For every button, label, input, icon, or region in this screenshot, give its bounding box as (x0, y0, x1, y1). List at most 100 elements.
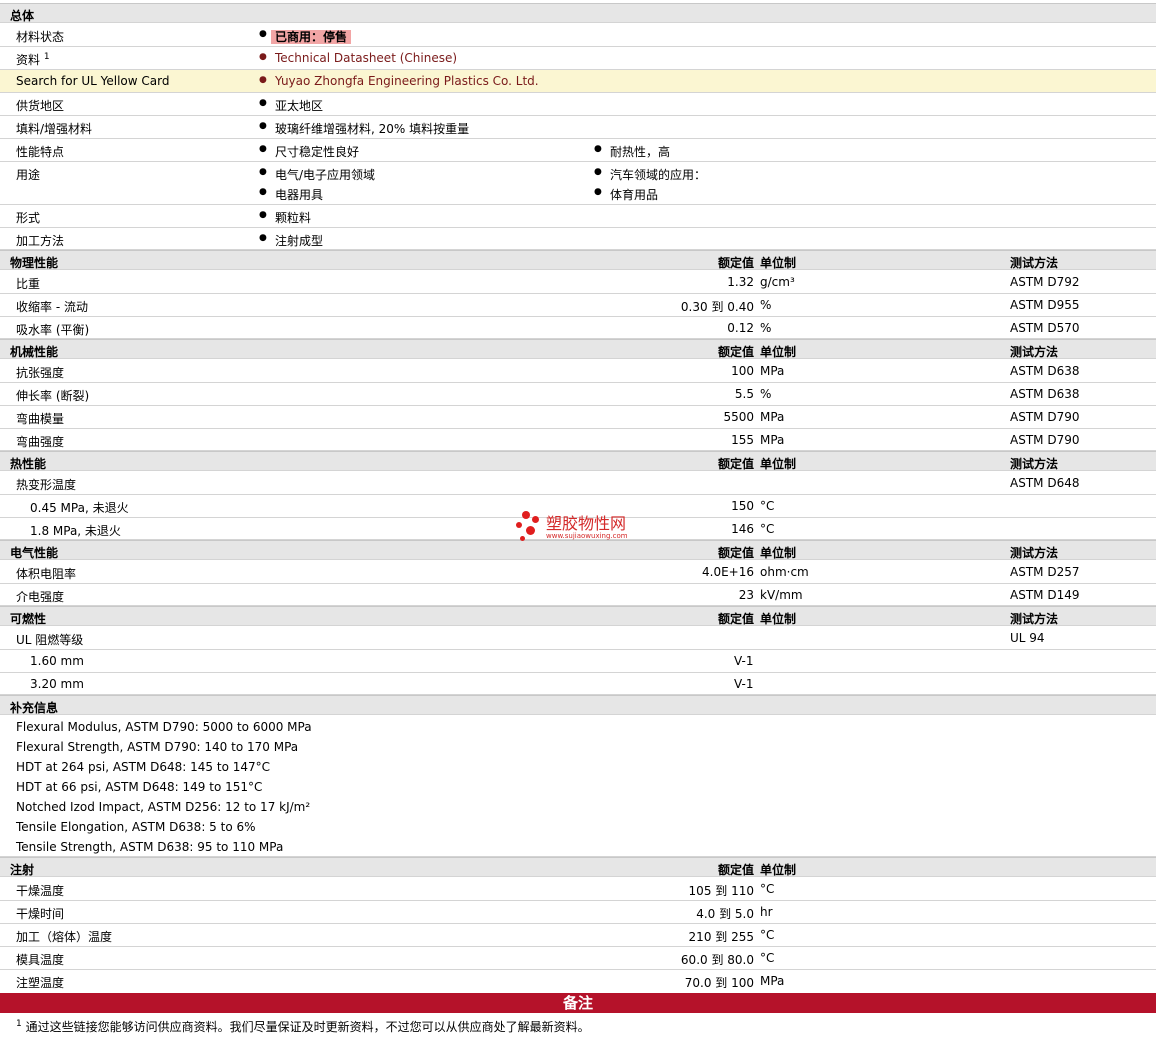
row-label: 弯曲模量 (16, 412, 65, 426)
notes-header: 备注 (0, 993, 1156, 1013)
row-label: 填料/增强材料 (16, 122, 93, 136)
nominal-value: 70.0 到 100 (684, 976, 754, 990)
col-test-header: 测试方法 (1010, 612, 1059, 626)
row-label: 体积电阻率 (16, 567, 77, 581)
table-row: 热变形温度 ASTM D648 (0, 472, 1156, 495)
row-label: 介电强度 (16, 590, 65, 604)
section-thermal-header: 热性能 额定值 单位制 测试方法 (0, 451, 1156, 471)
row-label: 性能特点 (16, 145, 65, 159)
nominal-value: 0.30 到 0.40 (680, 300, 754, 314)
section-title: 机械性能 (10, 345, 59, 359)
col-unit-header: 单位制 (760, 863, 797, 877)
watermark-url: www.sujiaowuxing.com (546, 532, 628, 540)
footnote: 1 通过这些链接您能够访问供应商资料。我们尽量保证及时更新资料，不过您可以从供应… (16, 1019, 590, 1034)
table-row: 1.60 mm V-1 (0, 650, 1156, 673)
test-method: ASTM D638 (1010, 387, 1080, 401)
table-row: 弯曲强度 155 MPa ASTM D790 (0, 429, 1156, 451)
section-injection-header: 注射 额定值 单位制 (0, 857, 1156, 877)
row-form: 形式 颗粒料 (0, 205, 1156, 228)
test-method: UL 94 (1010, 631, 1045, 645)
table-row: 弯曲模量 5500 MPa ASTM D790 (0, 406, 1156, 429)
nominal-value: 150 (731, 499, 754, 513)
section-general-header: 总体 (0, 3, 1156, 23)
row-label: 干燥时间 (16, 907, 65, 921)
section-additional-header: 补充信息 (0, 695, 1156, 715)
col-test-header: 测试方法 (1010, 457, 1059, 471)
datasheet: 总体 材料状态 已商用：停售 资料 1 Technical Datasheet … (0, 0, 1156, 1054)
nominal-value: 5500 (723, 410, 754, 424)
status-badge: 已商用：停售 (271, 30, 352, 44)
unit-value: MPa (760, 410, 785, 424)
unit-value: % (760, 387, 772, 401)
col-test-header: 测试方法 (1010, 345, 1059, 359)
row-label: 1.60 mm (30, 654, 84, 668)
bullet-item: 亚太地区 (259, 97, 323, 114)
row-label: 注塑温度 (16, 976, 65, 990)
section-title: 注射 (10, 863, 35, 877)
table-row: 伸长率 (断裂) 5.5 % ASTM D638 (0, 383, 1156, 406)
supplier-link[interactable]: Yuyao Zhongfa Engineering Plastics Co. L… (259, 74, 539, 88)
table-row: 比重 1.32 g/cm³ ASTM D792 (0, 271, 1156, 294)
nominal-value: 210 到 255 (688, 930, 754, 944)
table-row: 加工（熔体）温度 210 到 255 °C (0, 924, 1156, 947)
row-label: 伸长率 (断裂) (16, 389, 90, 403)
section-title: 热性能 (10, 457, 47, 471)
test-method: ASTM D790 (1010, 433, 1080, 447)
col-test-header: 测试方法 (1010, 256, 1059, 270)
ul-search-link[interactable]: Search for UL Yellow Card (16, 74, 169, 88)
nominal-value: V-1 (734, 677, 754, 691)
col-unit-header: 单位制 (760, 345, 797, 359)
table-row: UL 阻燃等级 UL 94 (0, 627, 1156, 650)
info-line: Tensile Elongation, ASTM D638: 5 to 6% (16, 820, 256, 834)
unit-value: % (760, 298, 772, 312)
table-row: 干燥温度 105 到 110 °C (0, 878, 1156, 901)
test-method: ASTM D648 (1010, 476, 1080, 490)
unit-value: °C (760, 951, 775, 965)
bullet-item: 汽车领域的应用： (594, 166, 706, 183)
logo-dot-icon (532, 516, 539, 523)
section-mechanical-header: 机械性能 额定值 单位制 测试方法 (0, 339, 1156, 359)
row-region: 供货地区 亚太地区 (0, 93, 1156, 116)
unit-value: % (760, 321, 772, 335)
nominal-value: 4.0 到 5.0 (696, 907, 754, 921)
row-label: 资料 1 (16, 52, 50, 67)
unit-value: hr (760, 905, 773, 919)
unit-value: °C (760, 928, 775, 942)
info-line: HDT at 264 psi, ASTM D648: 145 to 147°C (16, 760, 271, 774)
section-title: 物理性能 (10, 256, 59, 270)
table-row: 介电强度 23 kV/mm ASTM D149 (0, 584, 1156, 606)
section-title: 可燃性 (10, 612, 47, 626)
logo-dot-icon (522, 511, 530, 519)
datasheet-link[interactable]: Technical Datasheet (Chinese) (259, 51, 457, 65)
unit-value: °C (760, 522, 775, 536)
row-label: 形式 (16, 211, 41, 225)
col-nominal-header: 额定值 (717, 345, 754, 359)
row-filler: 填料/增强材料 玻璃纤维增强材料, 20% 填料按重量 (0, 116, 1156, 139)
table-row: 干燥时间 4.0 到 5.0 hr (0, 901, 1156, 924)
table-row: 体积电阻率 4.0E+16 ohm·cm ASTM D257 (0, 561, 1156, 584)
row-label: 弯曲强度 (16, 435, 65, 449)
bullet-item: 耐热性，高 (594, 143, 670, 160)
nominal-value: 146 (731, 522, 754, 536)
unit-value: °C (760, 499, 775, 513)
row-label: 材料状态 (16, 30, 65, 44)
col-unit-header: 单位制 (760, 612, 797, 626)
col-nominal-header: 额定值 (717, 612, 754, 626)
nominal-value: 105 到 110 (688, 884, 754, 898)
row-label: 收缩率 - 流动 (16, 300, 88, 314)
row-label: 热变形温度 (16, 478, 77, 492)
col-test-header: 测试方法 (1010, 546, 1059, 560)
test-method: ASTM D790 (1010, 410, 1080, 424)
row-label: 3.20 mm (30, 677, 84, 691)
nominal-value: 155 (731, 433, 754, 447)
table-row: 吸水率 (平衡) 0.12 % ASTM D570 (0, 317, 1156, 339)
table-row: 抗张强度 100 MPa ASTM D638 (0, 360, 1156, 383)
bullet-item: 颗粒料 (259, 209, 311, 226)
nominal-value: V-1 (734, 654, 754, 668)
row-label: 1.8 MPa, 未退火 (30, 524, 121, 538)
nominal-value: 5.5 (734, 387, 754, 401)
info-line: Flexural Modulus, ASTM D790: 5000 to 600… (16, 720, 312, 734)
col-unit-header: 单位制 (760, 546, 797, 560)
info-line: HDT at 66 psi, ASTM D648: 149 to 151°C (16, 780, 263, 794)
col-nominal-header: 额定值 (717, 256, 754, 270)
